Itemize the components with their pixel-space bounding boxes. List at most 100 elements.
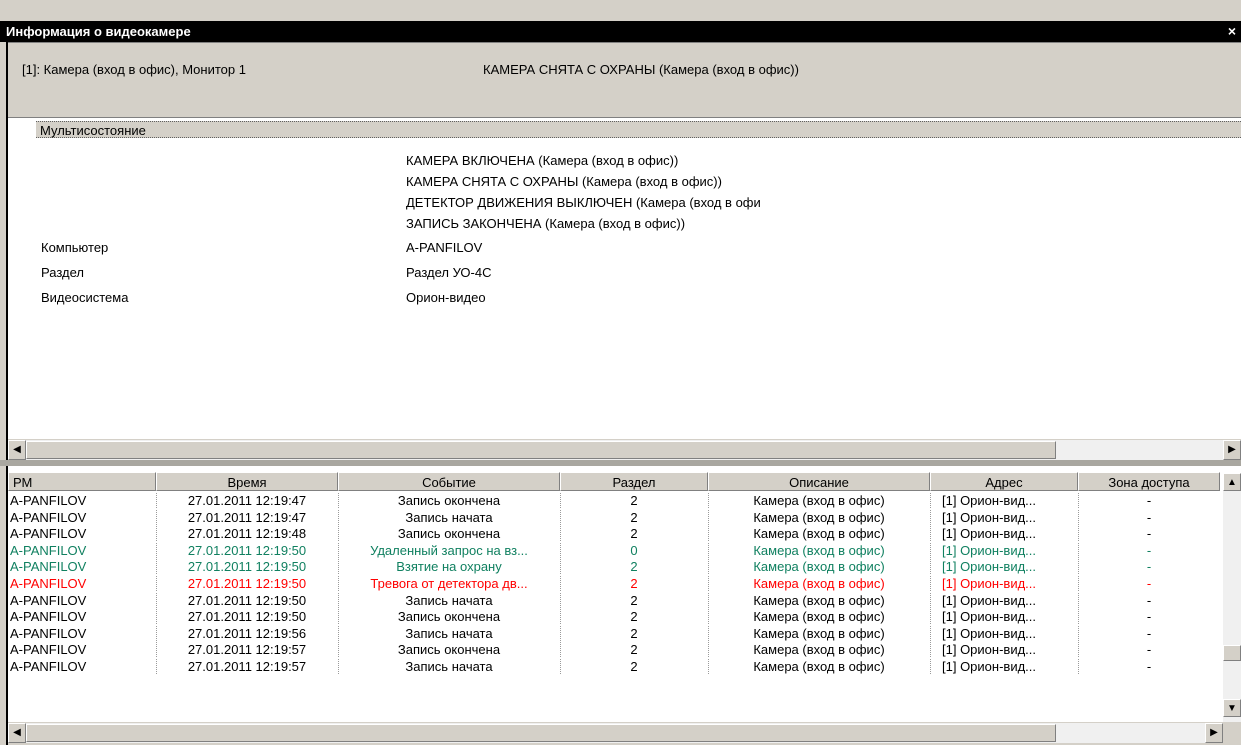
cell-rm: A-PANFILOV bbox=[10, 625, 87, 641]
table-row[interactable]: A-PANFILOV 27.01.2011 12:19:47 Запись нача… bbox=[8, 509, 1220, 525]
vscroll-thumb[interactable] bbox=[1223, 645, 1241, 661]
cell-event: Удаленный запрос на вз... bbox=[370, 542, 528, 558]
cell-divider bbox=[156, 592, 158, 608]
cell-section: 2 bbox=[630, 592, 638, 608]
scroll-right-icon[interactable]: ▶ bbox=[1205, 723, 1223, 743]
cell-access-zone: - bbox=[1146, 559, 1152, 575]
cell-divider bbox=[156, 559, 158, 575]
state-line: ДЕТЕКТОР ДВИЖЕНИЯ ВЫКЛЮЧЕН (Камера (вход… bbox=[406, 195, 761, 210]
column-header-access-zone[interactable]: Зона доступа bbox=[1078, 472, 1220, 491]
scroll-thumb[interactable] bbox=[26, 724, 1056, 742]
table-row[interactable]: A-PANFILOV 27.01.2011 12:19:57 Запись окон… bbox=[8, 642, 1220, 658]
scroll-right-icon[interactable]: ▶ bbox=[1223, 440, 1241, 460]
cell-divider bbox=[156, 659, 158, 674]
cell-section: 2 bbox=[630, 576, 638, 591]
table-row[interactable]: A-PANFILOV 27.01.2011 12:19:50 Удаленный з… bbox=[8, 542, 1220, 558]
cell-section: 2 bbox=[630, 493, 638, 508]
cell-divider bbox=[708, 509, 710, 525]
cell-rm: A-PANFILOV bbox=[10, 642, 87, 658]
cell-divider bbox=[560, 509, 562, 525]
cell-divider bbox=[338, 526, 340, 542]
cell-event: Запись начата bbox=[405, 625, 493, 641]
scroll-up-icon[interactable]: ▲ bbox=[1223, 473, 1241, 491]
column-header-address[interactable]: Адрес bbox=[930, 472, 1078, 491]
scroll-down-icon[interactable]: ▼ bbox=[1223, 699, 1241, 717]
table-row[interactable]: A-PANFILOV 27.01.2011 12:19:56 Запись нача… bbox=[8, 625, 1220, 641]
events-table: РМ Время Событие Раздел Описание Адрес З… bbox=[8, 466, 1241, 722]
cell-rm: A-PANFILOV bbox=[10, 526, 87, 542]
cell-divider bbox=[930, 659, 932, 674]
cell-divider bbox=[708, 576, 710, 591]
cell-address: [1] Орион-вид... bbox=[942, 576, 1036, 591]
cell-access-zone: - bbox=[1146, 659, 1152, 674]
cell-divider bbox=[930, 509, 932, 525]
cell-event: Запись окончена bbox=[397, 526, 501, 542]
cell-event: Запись окончена bbox=[397, 642, 501, 658]
camera-info-panel: [1]: Камера (вход в офис), Монитор 1 КАМ… bbox=[8, 42, 1241, 118]
cell-divider bbox=[156, 509, 158, 525]
table-row[interactable]: A-PANFILOV 27.01.2011 12:19:50 Взятие на о… bbox=[8, 559, 1220, 575]
cell-section: 2 bbox=[630, 625, 638, 641]
cell-divider bbox=[560, 576, 562, 591]
cell-divider bbox=[560, 659, 562, 674]
scroll-left-icon[interactable]: ◀ bbox=[8, 723, 26, 743]
cell-divider bbox=[708, 542, 710, 558]
cell-divider bbox=[930, 609, 932, 625]
cell-time: 27.01.2011 12:19:50 bbox=[187, 592, 307, 608]
properties-hscrollbar[interactable]: ◀ ▶ bbox=[8, 439, 1241, 460]
cell-divider bbox=[560, 542, 562, 558]
cell-address: [1] Орион-вид... bbox=[942, 625, 1036, 641]
cell-description: Камера (вход в офис) bbox=[753, 509, 885, 525]
table-row[interactable]: A-PANFILOV 27.01.2011 12:19:48 Запись окон… bbox=[8, 526, 1220, 542]
cell-divider bbox=[708, 592, 710, 608]
cell-divider bbox=[930, 592, 932, 608]
table-hscrollbar[interactable]: ◀ ▶ bbox=[8, 722, 1223, 743]
table-vscrollbar[interactable]: ▲ ▼ bbox=[1223, 473, 1241, 722]
cell-divider bbox=[156, 542, 158, 558]
table-row[interactable]: A-PANFILOV 27.01.2011 12:19:47 Запись окон… bbox=[8, 493, 1220, 508]
title-bar[interactable]: Информация о видеокамере × bbox=[0, 21, 1241, 42]
cell-divider bbox=[1078, 609, 1080, 625]
cell-description: Камера (вход в офис) bbox=[753, 542, 885, 558]
state-line: КАМЕРА ВКЛЮЧЕНА (Камера (вход в офис)) bbox=[406, 153, 679, 168]
cell-time: 27.01.2011 12:19:47 bbox=[187, 509, 307, 525]
camera-name: [1]: Камера (вход в офис), Монитор 1 bbox=[22, 62, 246, 77]
cell-address: [1] Орион-вид... bbox=[942, 542, 1036, 558]
cell-divider bbox=[338, 642, 340, 658]
state-line: КАМЕРА СНЯТА С ОХРАНЫ (Камера (вход в оф… bbox=[406, 174, 722, 189]
close-icon[interactable]: × bbox=[1225, 21, 1239, 42]
table-row[interactable]: A-PANFILOV 27.01.2011 12:19:50 Тревога от … bbox=[8, 576, 1220, 591]
table-row[interactable]: A-PANFILOV 27.01.2011 12:19:50 Запись нача… bbox=[8, 592, 1220, 608]
cell-event: Тревога от детектора дв... bbox=[370, 576, 528, 591]
prop-key-videosystem: Видеосистема bbox=[41, 290, 129, 305]
properties-panel: Мультисостояние КАМЕРА ВКЛЮЧЕНА (Камера … bbox=[8, 117, 1241, 440]
cell-rm: A-PANFILOV bbox=[10, 509, 87, 525]
section-header-multistate[interactable]: Мультисостояние bbox=[36, 121, 1241, 138]
cell-address: [1] Орион-вид... bbox=[942, 592, 1036, 608]
cell-divider bbox=[338, 659, 340, 674]
cell-access-zone: - bbox=[1146, 576, 1152, 591]
column-header-rm[interactable]: РМ bbox=[8, 472, 156, 491]
cell-access-zone: - bbox=[1146, 642, 1152, 658]
cell-divider bbox=[156, 493, 158, 508]
cell-section: 2 bbox=[630, 559, 638, 575]
cell-address: [1] Орион-вид... bbox=[942, 609, 1036, 625]
column-header-event[interactable]: Событие bbox=[338, 472, 560, 491]
scroll-left-icon[interactable]: ◀ bbox=[8, 440, 26, 460]
cell-divider bbox=[338, 576, 340, 591]
cell-time: 27.01.2011 12:19:50 bbox=[187, 542, 307, 558]
column-header-time[interactable]: Время bbox=[156, 472, 338, 491]
table-row[interactable]: A-PANFILOV 27.01.2011 12:19:50 Запись окон… bbox=[8, 609, 1220, 625]
cell-description: Камера (вход в офис) bbox=[753, 559, 885, 575]
column-header-description[interactable]: Описание bbox=[708, 472, 930, 491]
window-title: Информация о видеокамере bbox=[6, 24, 191, 39]
cell-divider bbox=[930, 642, 932, 658]
scroll-thumb[interactable] bbox=[26, 441, 1056, 459]
prop-key-computer: Компьютер bbox=[41, 240, 109, 255]
cell-event: Запись окончена bbox=[397, 609, 501, 625]
column-header-section[interactable]: Раздел bbox=[560, 472, 708, 491]
table-row[interactable]: A-PANFILOV 27.01.2011 12:19:57 Запись нача… bbox=[8, 659, 1220, 674]
cell-address: [1] Орион-вид... bbox=[942, 526, 1036, 542]
cell-description: Камера (вход в офис) bbox=[753, 576, 885, 591]
cell-address: [1] Орион-вид... bbox=[942, 559, 1036, 575]
